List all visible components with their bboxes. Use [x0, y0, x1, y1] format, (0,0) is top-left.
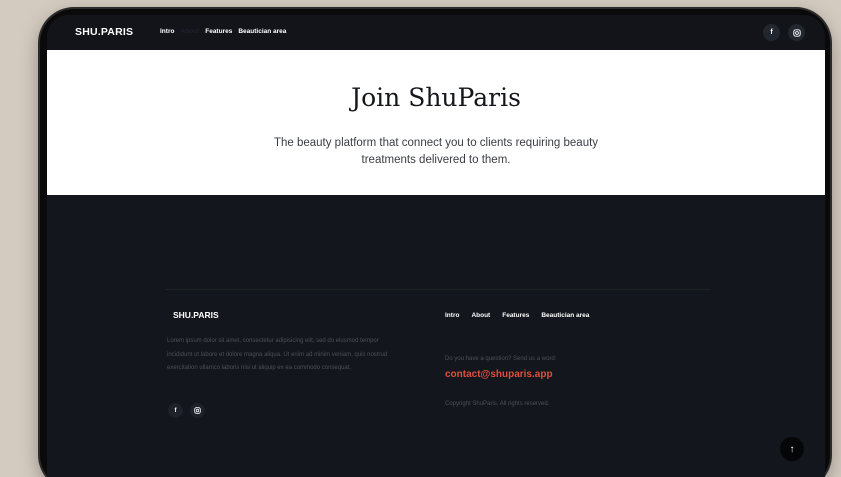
footer-facebook-glyph: f: [174, 407, 177, 414]
top-navbar: SHU.PARIS Intro About Features Beauticia…: [47, 15, 825, 50]
footer-description: Lorem ipsum dolor sit amet, consectetur …: [167, 338, 388, 371]
footer-link-features[interactable]: Features: [502, 312, 529, 319]
footer-facebook-icon[interactable]: f: [168, 403, 183, 418]
contact-email-link[interactable]: contact@shuparis.app: [445, 369, 553, 380]
facebook-icon[interactable]: f: [763, 24, 780, 41]
footer-link-intro[interactable]: Intro: [445, 312, 459, 319]
instagram-icon[interactable]: [788, 24, 805, 41]
footer-link-beautician-area[interactable]: Beautician area: [541, 312, 589, 319]
facebook-glyph: f: [770, 29, 773, 36]
nav-link-intro[interactable]: Intro: [160, 28, 174, 35]
footer-instagram-glyph: [194, 407, 201, 414]
footer-link-about[interactable]: About: [471, 312, 490, 319]
nav-link-beautician-area[interactable]: Beautician area: [238, 28, 286, 35]
hero-subtitle: The beauty platform that connect you to …: [273, 137, 599, 166]
hero-title: Join ShuParis: [351, 83, 521, 112]
footer-divider: [165, 289, 711, 290]
nav-link-features[interactable]: Features: [205, 28, 232, 35]
copyright-text: Copyright ShuParis. All rights reserved.: [445, 401, 550, 407]
contact-question: Do you have a question? Send us a word:: [445, 356, 557, 362]
instagram-glyph: [792, 28, 801, 37]
footer-instagram-icon[interactable]: [190, 403, 205, 418]
nav-links: Intro About Features Beautician area: [160, 28, 286, 35]
nav-link-about[interactable]: About: [180, 28, 199, 35]
arrow-up-icon: ↑: [789, 443, 795, 455]
footer-brand[interactable]: SHU.PARIS: [173, 310, 219, 320]
scroll-to-top-button[interactable]: ↑: [780, 437, 804, 461]
footer-nav: Intro About Features Beautician area: [445, 312, 589, 319]
hero-section: Join ShuParis The beauty platform that c…: [47, 50, 825, 195]
browser-screen: SHU.PARIS Intro About Features Beauticia…: [47, 15, 825, 477]
brand-logo[interactable]: SHU.PARIS: [75, 26, 133, 38]
